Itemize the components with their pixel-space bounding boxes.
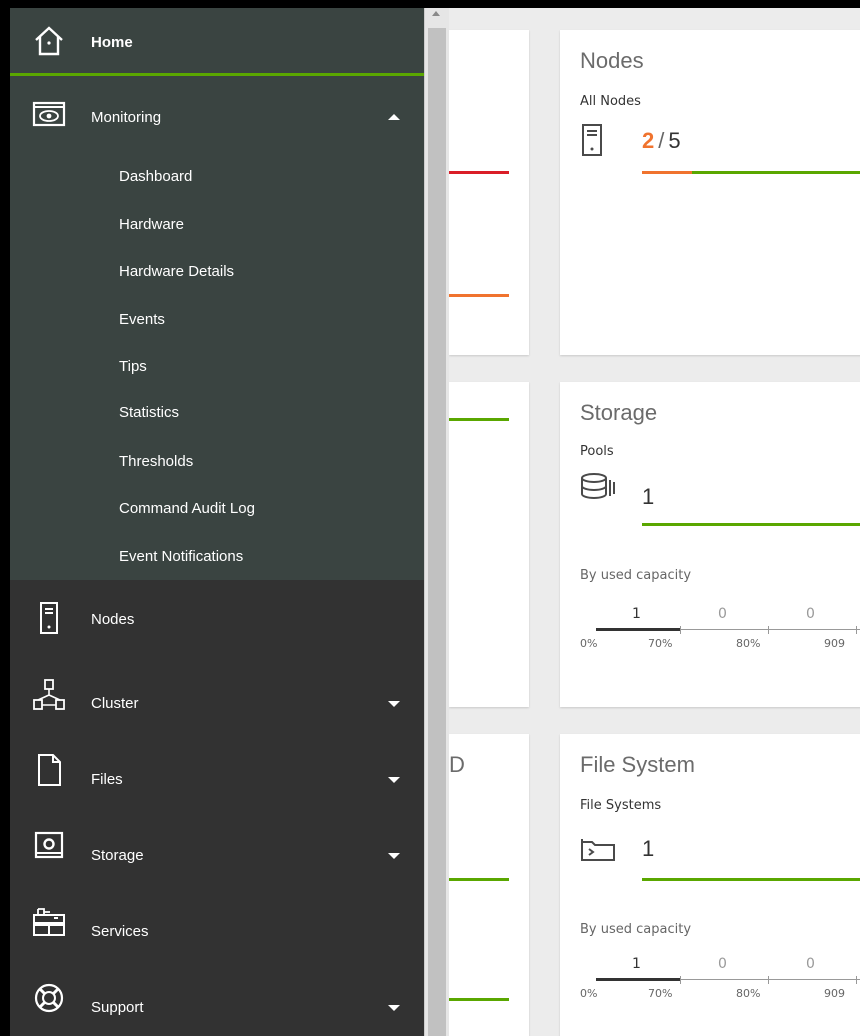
sidebar-item-storage[interactable]: Storage [10,808,424,884]
partial-card-2[interactable] [449,382,529,707]
lifebuoy-icon [32,981,66,1015]
filesystem-count: 1 [642,836,655,861]
dashboard-content: D Nodes All Nodes 2/5 Storage Pools 1 By… [449,8,860,1036]
storage-pools-count: 1 [642,484,655,509]
sidebar-subitem-statistics[interactable]: Statistics [119,404,179,421]
server-icon [582,124,602,160]
sidebar-subitem-command-audit-log[interactable]: Command Audit Log [119,500,255,517]
sidebar-item-label: Cluster [91,695,139,712]
storage-icon [32,829,66,863]
status-bar-ok [449,998,509,1001]
tick-label: 909 [824,637,845,650]
file-icon [32,753,66,787]
sidebar-item-cluster[interactable]: Cluster [10,656,424,732]
chevron-down-icon[interactable] [388,701,400,707]
cluster-icon [32,678,66,712]
sidebar-group-monitoring: Monitoring Dashboard Hardware Hardware D… [10,76,424,580]
nodes-card-title: Nodes [580,48,644,73]
tick-label: 80% [736,637,761,650]
nodes-count-highlight: 2 [642,128,655,153]
status-bar-error [449,171,509,174]
partial-card-1[interactable] [449,30,529,355]
capacity-value: 0 [806,606,815,622]
tick-label: 80% [736,987,761,1000]
status-bar-ok [449,878,509,881]
nodes-count: 2/5 [642,128,681,154]
chevron-down-icon[interactable] [388,777,400,783]
sidebar-item-label: Services [91,923,149,940]
sidebar-subitem-events[interactable]: Events [119,311,165,328]
sidebar-item-label: Home [91,34,133,51]
storage-capacity-values: 1 0 0 [580,606,860,624]
sidebar-item-label: Files [91,771,123,788]
storage-card-title: Storage [580,400,658,425]
sidebar-subitem-event-notifications[interactable]: Event Notifications [119,548,243,565]
sidebar-subitem-thresholds[interactable]: Thresholds [119,453,193,470]
tick-label: 0% [580,987,598,1000]
tick-label: 0% [580,637,598,650]
sidebar-scrollbar[interactable] [424,8,449,1036]
sidebar-item-label: Monitoring [91,109,162,126]
sidebar-item-services[interactable]: Services [10,884,424,960]
window-frame-top [0,0,860,8]
filesystem-capacity-ticks: 0% 70% 80% 909 [580,987,860,1001]
scroll-up-arrow-icon[interactable] [432,11,440,16]
filesystem-capacity-label: By used capacity [580,922,692,937]
sidebar-subitem-tips[interactable]: Tips [119,358,147,375]
services-icon [32,905,66,939]
tick-label: 70% [648,637,673,650]
storage-capacity-label: By used capacity [580,568,692,583]
database-icon [580,472,620,506]
capacity-value: 1 [632,606,641,622]
chevron-down-icon[interactable] [388,1005,400,1011]
sidebar-subitem-dashboard[interactable]: Dashboard [119,168,192,185]
eye-icon [32,98,66,132]
sidebar-subitem-hardware[interactable]: Hardware [119,216,184,233]
sidebar-item-nodes[interactable]: Nodes [10,580,424,656]
folder-terminal-icon [580,836,616,866]
nodes-health-bar [642,171,860,174]
nodes-health-bar-warning [642,171,692,174]
nodes-count-separator: / [658,128,665,153]
storage-capacity-axis [596,626,860,634]
tick-label: 70% [648,987,673,1000]
filesystem-health-bar [642,878,860,881]
filesystem-card[interactable]: File System File Systems 1 By used capac… [560,734,860,1036]
storage-capacity-ticks: 0% 70% 80% 909 [580,637,860,651]
chevron-down-icon[interactable] [388,853,400,859]
server-icon [32,601,66,635]
nodes-count-total: 5 [668,128,681,153]
scrollbar-thumb[interactable] [428,28,446,1036]
tick-label: 909 [824,987,845,1000]
partial-card-title: D [449,752,465,777]
storage-card-subtitle: Pools [580,444,614,459]
sidebar-item-support[interactable]: Support [10,960,424,1036]
storage-card[interactable]: Storage Pools 1 By used capacity 1 0 0 0… [560,382,860,707]
filesystem-card-title: File System [580,752,695,777]
sidebar-item-monitoring[interactable]: Monitoring [10,76,424,152]
capacity-value: 0 [718,956,727,972]
partial-card-3[interactable]: D [449,734,529,1036]
capacity-value: 0 [806,956,815,972]
sidebar-subitem-hardware-details[interactable]: Hardware Details [119,263,234,280]
filesystem-capacity-values: 1 0 0 [580,956,860,974]
sidebar-item-label: Support [91,999,144,1016]
storage-health-bar [642,523,860,526]
capacity-value: 1 [632,956,641,972]
filesystem-card-subtitle: File Systems [580,798,662,813]
chevron-up-icon[interactable] [388,114,400,120]
window-frame-left [0,0,10,1036]
nodes-card-subtitle: All Nodes [580,94,641,109]
status-bar-warning [449,294,509,297]
capacity-value: 0 [718,606,727,622]
sidebar-item-label: Nodes [91,611,135,628]
nodes-card[interactable]: Nodes All Nodes 2/5 [560,30,860,355]
home-icon [32,24,66,58]
sidebar-nav: Home Monitoring Dashboard Hardware Hardw… [10,8,424,1036]
sidebar-item-files[interactable]: Files [10,732,424,808]
sidebar-item-home[interactable]: Home [10,8,424,76]
status-bar-ok [449,418,509,421]
sidebar-item-label: Storage [91,847,144,864]
filesystem-capacity-axis [596,976,860,984]
